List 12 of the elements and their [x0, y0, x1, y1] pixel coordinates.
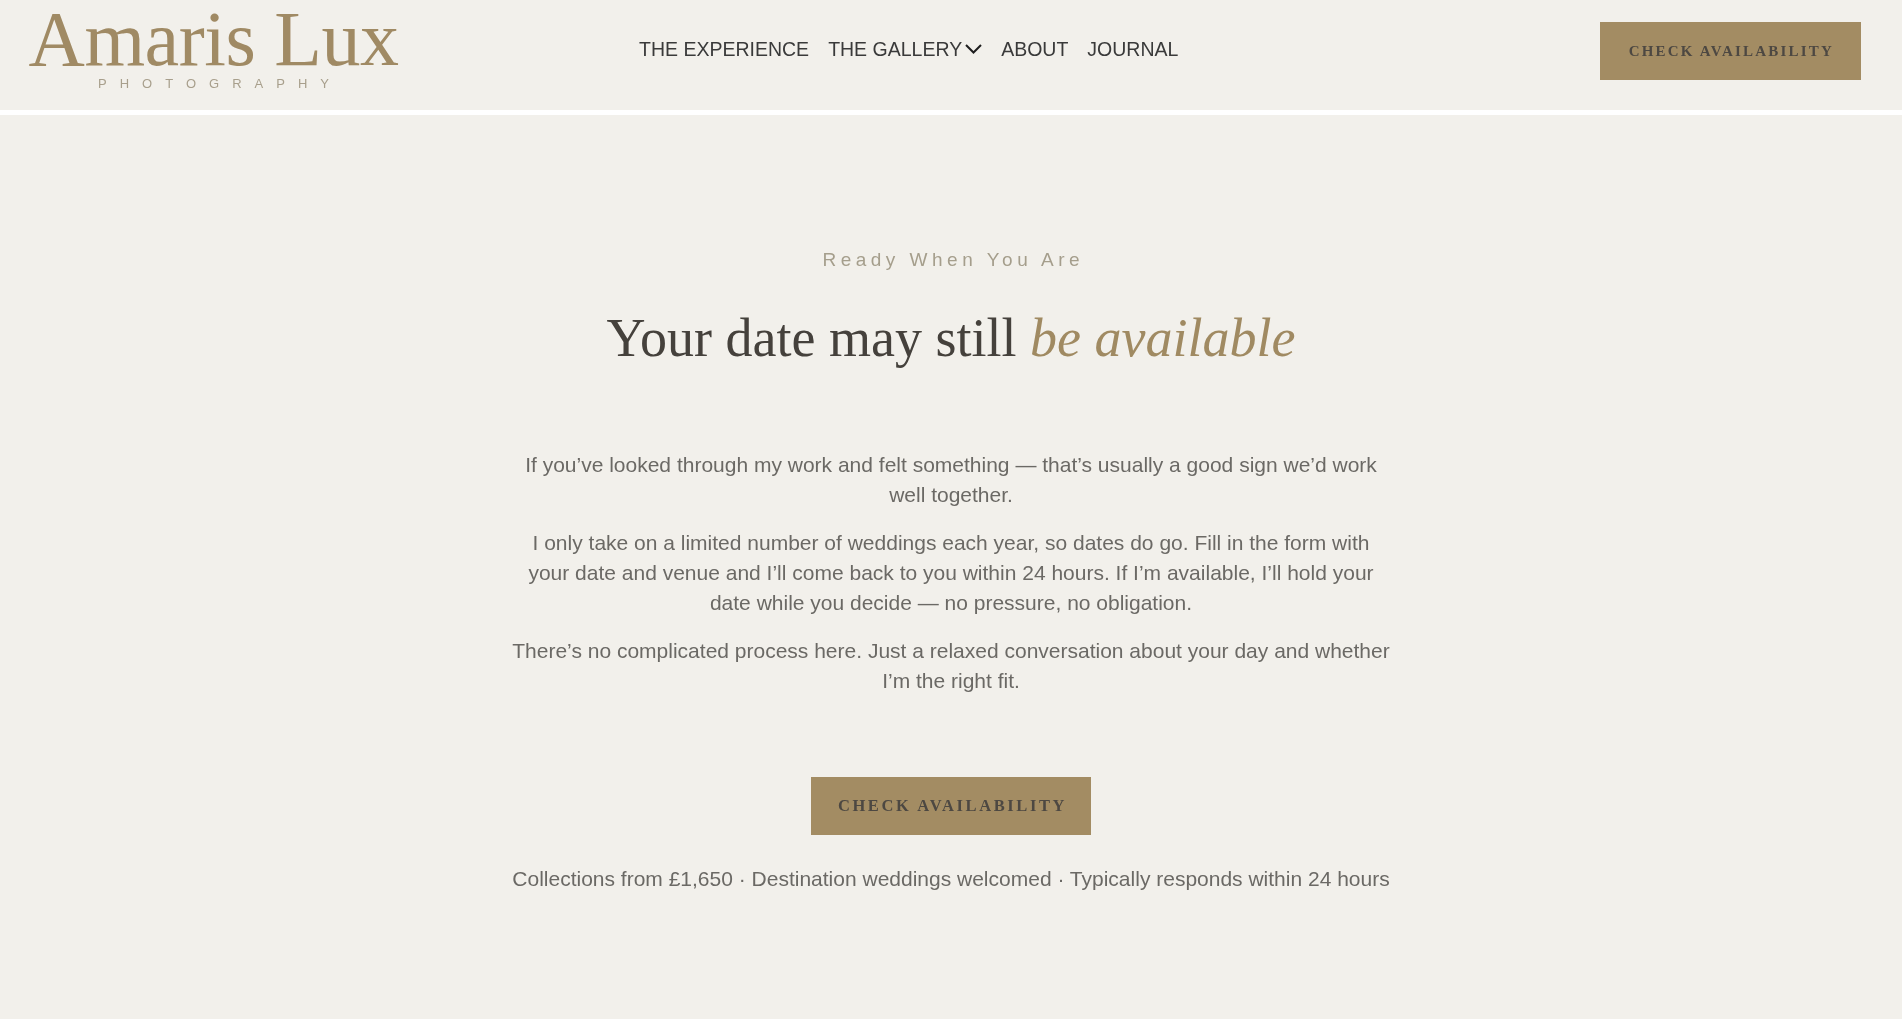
body-paragraph: I only take on a limited number of weddings each year, so dates do go. Fill in the form with your date and venue and I’ll come back to you within 24 hours. If I’m available, I’ll hold your date while you decide — no pressure, no obligation. [527, 530, 1375, 616]
body-paragraph: There’s no complicated process here. Just a relaxed conversation about your day and whether I’m the right fit. [511, 638, 1391, 694]
nav-link[interactable]: THE EXPERIENCE [639, 37, 810, 61]
body-paragraph: If you’ve looked through my work and felt something — that’s usually a good sign we’d work well together. [524, 452, 1378, 508]
logo-wordmark: Amaris Lux [28, 4, 399, 75]
footnote-text: Collections from £1,650 · Destination weddings welcomed · Typically responds within 24 hours [512, 866, 1390, 892]
eyebrow-text: Ready When You Are [822, 248, 1085, 272]
hero-heading: Your date may still be available [606, 307, 1296, 370]
nav-link[interactable]: THE GALLERY [828, 37, 983, 61]
nav-link[interactable]: ABOUT [1001, 37, 1069, 61]
nav-link[interactable]: JOURNAL [1087, 37, 1179, 61]
logo-tagline: PHOTOGRAPHY [98, 76, 342, 90]
